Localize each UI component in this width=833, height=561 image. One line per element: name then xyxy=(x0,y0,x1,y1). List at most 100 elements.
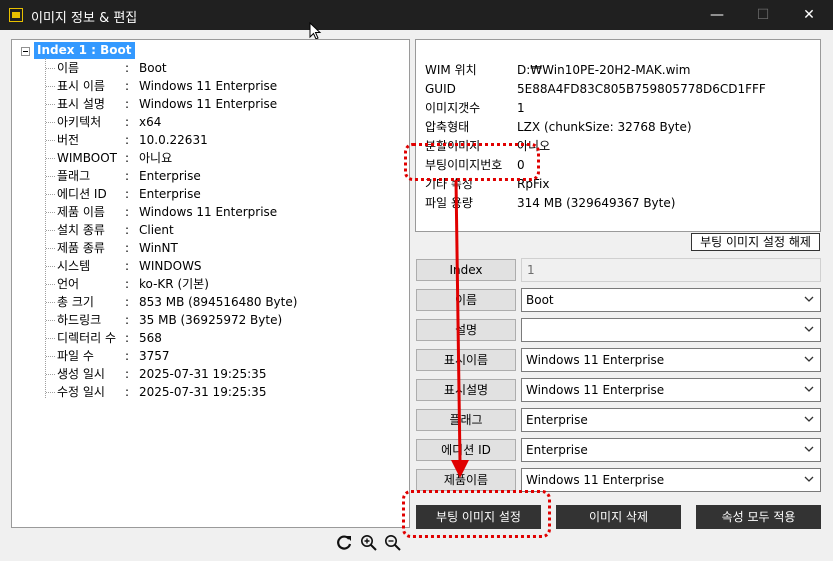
title-bar: 이미지 정보 & 편집 — ☐ ✕ xyxy=(0,0,833,30)
tree-item-label: 생성 일시 xyxy=(57,367,105,381)
refresh-icon[interactable] xyxy=(335,534,353,552)
tree-item-value: 2025-07-31 19:25:35 xyxy=(139,385,267,399)
display-name-select[interactable]: Windows 11 Enterprise xyxy=(521,348,821,372)
chevron-down-icon xyxy=(804,386,814,392)
close-button[interactable]: ✕ xyxy=(786,0,832,30)
tree-item-label: 디렉터리 수 xyxy=(57,331,117,345)
delete-image-button[interactable]: 이미지 삭제 xyxy=(556,505,681,529)
info-value: 5E88A4FD83C805B759805778D6CD1FFF xyxy=(517,82,766,96)
chevron-down-icon xyxy=(804,296,814,302)
tree-item-label: 에디션 ID xyxy=(57,187,107,201)
tree-item-value: 568 xyxy=(139,331,162,345)
flags-select-value: Enterprise xyxy=(526,413,588,427)
info-value: LZX (chunkSize: 32768 Byte) xyxy=(517,120,692,134)
info-key: 이미지갯수 xyxy=(425,101,481,115)
tree-item[interactable]: WIMBOOT: 아니요 xyxy=(46,149,172,167)
info-key: WIM 위치 xyxy=(425,63,477,77)
tree-item-separator: : xyxy=(125,241,130,255)
tree-item-label: 버전 xyxy=(57,133,80,147)
edition-id-select[interactable]: Enterprise xyxy=(521,438,821,462)
tree-item-separator: : xyxy=(125,259,130,273)
tree-item-separator: : xyxy=(125,61,130,75)
tree-item-value: Windows 11 Enterprise xyxy=(139,97,278,111)
tree-item[interactable]: 플래그: Enterprise xyxy=(46,167,201,185)
tree-item[interactable]: 설치 종류: Client xyxy=(46,221,174,239)
tree-item[interactable]: 표시 이름: Windows 11 Enterprise xyxy=(46,77,277,95)
info-value: 314 MB (329649367 Byte) xyxy=(517,196,676,210)
tree-item-label: 설치 종류 xyxy=(57,223,105,237)
tree-item[interactable]: 제품 종류: WinNT xyxy=(46,239,178,257)
annotation-highlight-set-boot-button xyxy=(402,490,551,538)
display-name-select-value: Windows 11 Enterprise xyxy=(526,353,665,367)
info-key: 압축형태 xyxy=(425,120,470,134)
annotation-arrow-icon xyxy=(451,179,469,478)
tree-item[interactable]: 아키텍처: x64 xyxy=(46,113,161,131)
tree-item-value: Enterprise xyxy=(139,169,201,183)
product-name-select[interactable]: Windows 11 Enterprise xyxy=(521,468,821,492)
tree-item-value: WINDOWS xyxy=(139,259,202,273)
tree-item-label: 플래그 xyxy=(57,169,91,183)
tree-item-label: 총 크기 xyxy=(57,295,94,309)
tree-item-separator: : xyxy=(125,313,130,327)
tree-item-separator: : xyxy=(125,349,130,363)
release-boot-image-button[interactable]: 부팅 이미지 설정 해제 xyxy=(691,233,820,251)
minimize-button[interactable]: — xyxy=(694,0,740,30)
name-select[interactable]: Boot xyxy=(521,288,821,312)
tree-item-separator: : xyxy=(125,367,130,381)
info-row: WIM 위치 D:₩Win10PE-20H2-MAK.wim xyxy=(425,61,690,80)
tree-item-label: WIMBOOT xyxy=(57,151,117,165)
chevron-down-icon xyxy=(804,446,814,452)
tree-item[interactable]: 표시 설명: Windows 11 Enterprise xyxy=(46,95,277,113)
tree-root-index[interactable]: Index 1 : Boot xyxy=(34,42,135,59)
tree-item-value: WinNT xyxy=(139,241,178,255)
tree-item-separator: : xyxy=(125,79,130,93)
tree-item[interactable]: 디렉터리 수:568 xyxy=(46,329,162,347)
annotation-highlight-boot-index xyxy=(404,143,540,181)
tree-item[interactable]: 시스템: WINDOWS xyxy=(46,257,202,275)
tree-item[interactable]: 수정 일시:2025-07-31 19:25:35 xyxy=(46,383,266,401)
tree-item-label: 제품 이름 xyxy=(57,205,105,219)
flags-select[interactable]: Enterprise xyxy=(521,408,821,432)
maximize-button[interactable]: ☐ xyxy=(740,0,786,30)
app-icon xyxy=(9,8,23,22)
tree-item[interactable]: 버전:10.0.22631 xyxy=(46,131,208,149)
chevron-down-icon xyxy=(804,326,814,332)
chevron-down-icon xyxy=(804,416,814,422)
tree-item-label: 시스템 xyxy=(57,259,91,273)
chevron-down-icon xyxy=(804,476,814,482)
tree-item[interactable]: 생성 일시:2025-07-31 19:25:35 xyxy=(46,365,266,383)
tree-item-value: Enterprise xyxy=(139,187,201,201)
tree-item-value: x64 xyxy=(139,115,162,129)
tree-item-label: 언어 xyxy=(57,277,80,291)
tree-item-separator: : xyxy=(125,133,130,147)
display-description-select[interactable]: Windows 11 Enterprise xyxy=(521,378,821,402)
tree-item-label: 이름 xyxy=(57,61,80,75)
zoom-out-icon[interactable] xyxy=(384,534,402,552)
tree-item[interactable]: 파일 수:3757 xyxy=(46,347,170,365)
index-value: 1 xyxy=(521,258,821,282)
description-select[interactable] xyxy=(521,318,821,342)
tree-item[interactable]: 에디션 ID: Enterprise xyxy=(46,185,201,203)
tree-item-value: Windows 11 Enterprise xyxy=(139,79,278,93)
info-key: GUID xyxy=(425,82,456,96)
tree-item[interactable]: 총 크기:853 MB (894516480 Byte) xyxy=(46,293,297,311)
tree-item-separator: : xyxy=(125,205,130,219)
tree-item[interactable]: 이름: Boot xyxy=(46,59,167,77)
tree-item-label: 하드링크 xyxy=(57,313,102,327)
collapse-toggle-icon[interactable] xyxy=(21,47,30,56)
info-value: D:₩Win10PE-20H2-MAK.wim xyxy=(517,63,691,77)
tree-item-separator: : xyxy=(125,169,130,183)
tree-item[interactable]: 하드링크:35 MB (36925972 Byte) xyxy=(46,311,282,329)
tree-item-value: Client xyxy=(139,223,174,237)
tree-item-label: 아키텍처 xyxy=(57,115,102,129)
apply-all-properties-button[interactable]: 속성 모두 적용 xyxy=(696,505,821,529)
tree-item-value: 아니요 xyxy=(139,151,173,165)
zoom-in-icon[interactable] xyxy=(360,534,378,552)
tree-item-value: 2025-07-31 19:25:35 xyxy=(139,367,267,381)
tree-item-value: 3757 xyxy=(139,349,170,363)
image-properties-tree[interactable]: Index 1 : Boot 이름: Boot 표시 이름: Windows 11 … xyxy=(11,39,410,528)
tree-item[interactable]: 제품 이름: Windows 11 Enterprise xyxy=(46,203,277,221)
tree-item[interactable]: 언어: ko-KR (기본) xyxy=(46,275,209,293)
tree-item-value: 35 MB (36925972 Byte) xyxy=(139,313,283,327)
tree-item-separator: : xyxy=(125,223,130,237)
